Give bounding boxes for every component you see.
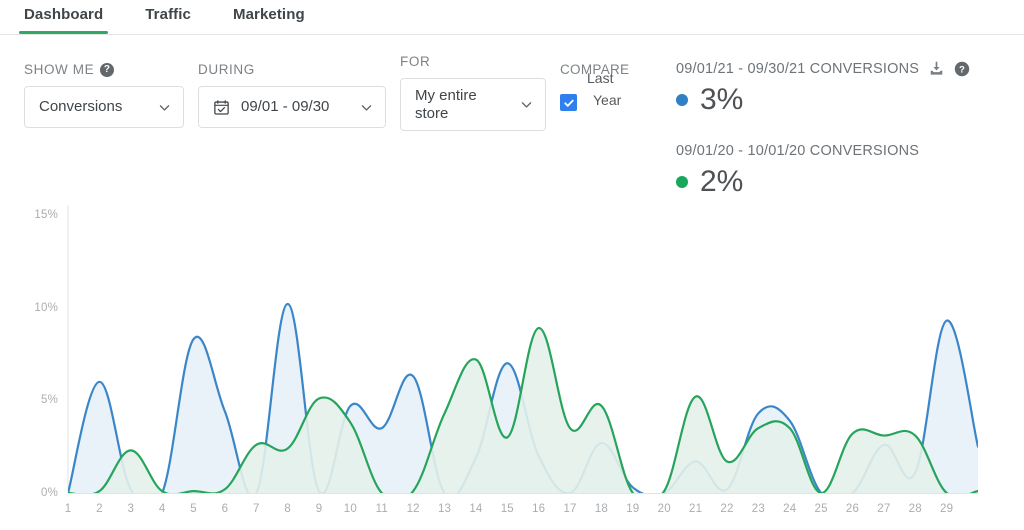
- x-tick-label: 13: [437, 503, 452, 515]
- x-tick-label: 19: [626, 503, 640, 515]
- x-tick-label: 27: [877, 503, 891, 515]
- x-tick-label: 16: [532, 503, 546, 515]
- chevron-down-icon: [360, 101, 373, 114]
- during-label: DURING: [198, 62, 255, 77]
- chevron-down-icon: [520, 98, 533, 111]
- x-tick-label: 24: [783, 503, 797, 515]
- show-me-label-row: SHOW ME ?: [24, 62, 184, 77]
- x-tick-label: 17: [563, 503, 577, 515]
- x-tick-label: 9: [315, 503, 323, 515]
- x-tick-label: 26: [845, 503, 860, 515]
- compare-option-row: Last Year: [560, 70, 670, 117]
- conversions-chart: 0% 5% 10% 15% 1 2 3 4 5 6 7 8 9 10 11 12 13 14 15 16 17 18 19…: [0, 190, 1024, 530]
- show-me-value: Conversions: [39, 98, 123, 116]
- x-tick-label: 6: [221, 503, 229, 515]
- compare-option-line1: Last: [587, 70, 614, 86]
- tab-traffic[interactable]: Traffic: [143, 0, 193, 33]
- x-tick-label: 5: [190, 503, 197, 515]
- x-tick-label: 25: [814, 503, 828, 515]
- x-tick-label: 4: [158, 503, 166, 515]
- svg-text:?: ?: [959, 64, 965, 75]
- for-control: FOR My entire store: [400, 54, 546, 131]
- calendar-icon: [213, 99, 230, 116]
- tab-dashboard[interactable]: Dashboard: [19, 0, 109, 34]
- x-tick-label: 8: [284, 503, 291, 515]
- tab-active-underline: [19, 31, 109, 34]
- tab-traffic-label: Traffic: [145, 6, 191, 23]
- tab-bar: Dashboard Traffic Marketing: [0, 0, 1024, 35]
- help-icon[interactable]: ?: [100, 62, 115, 77]
- x-tick-label: 10: [343, 503, 358, 515]
- legend-primary-header: 09/01/21 - 09/30/21 CONVERSIONS ?: [676, 60, 1016, 77]
- x-tick-label: 18: [594, 503, 609, 515]
- legend-primary-range: 09/01/21 - 09/30/21 CONVERSIONS: [676, 60, 920, 77]
- chart-x-axis: 1 2 3 4 5 6 7 8 9 10 11 12 13 14 15 16 17 18 19 20 21 22 23 24 2…: [0, 190, 1024, 530]
- x-tick-label: 15: [500, 503, 514, 515]
- for-label-row: FOR: [400, 54, 546, 69]
- legend-panel: 09/01/21 - 09/30/21 CONVERSIONS ? 3% 09/…: [676, 60, 1016, 197]
- compare-last-year-checkbox[interactable]: [560, 94, 577, 112]
- x-tick-label: 14: [469, 503, 483, 515]
- help-icon[interactable]: ?: [954, 61, 970, 77]
- legend-primary-value: 3%: [700, 83, 744, 116]
- x-tick-label: 22: [720, 503, 734, 515]
- for-label: FOR: [400, 54, 431, 69]
- x-tick-label: 11: [375, 503, 388, 515]
- legend-secondary-block: 09/01/20 - 10/01/20 CONVERSIONS 2%: [676, 143, 1016, 197]
- legend-secondary-header: 09/01/20 - 10/01/20 CONVERSIONS: [676, 143, 1016, 159]
- x-tick-label: 28: [908, 503, 922, 515]
- x-tick-label: 2: [96, 503, 103, 515]
- analytics-dashboard: Dashboard Traffic Marketing SHOW ME ? Co…: [0, 0, 1024, 530]
- chevron-down-icon: [158, 101, 171, 114]
- show-me-select[interactable]: Conversions: [24, 86, 184, 128]
- store-scope-value: My entire store: [415, 86, 477, 122]
- store-scope-select[interactable]: My entire store: [400, 78, 546, 131]
- download-icon[interactable]: [928, 60, 945, 77]
- legend-secondary-range: 09/01/20 - 10/01/20 CONVERSIONS: [676, 143, 920, 159]
- x-tick-label: 23: [751, 503, 765, 515]
- x-tick-label: 20: [657, 503, 671, 515]
- compare-option-line2: Year: [593, 91, 622, 108]
- legend-primary-dot: [676, 94, 688, 106]
- tab-marketing-label: Marketing: [232, 6, 305, 23]
- show-me-control: SHOW ME ? Conversions: [24, 62, 184, 128]
- tab-dashboard-label: Dashboard: [24, 6, 104, 23]
- show-me-label: SHOW ME: [24, 62, 95, 77]
- tab-marketing[interactable]: Marketing: [231, 0, 307, 33]
- legend-secondary-dot: [676, 176, 688, 188]
- compare-control: COMPARE Last Year: [560, 62, 670, 117]
- x-tick-label: 7: [252, 503, 260, 515]
- during-control: DURING 09/01 - 09/30: [198, 62, 386, 128]
- x-tick-label: 3: [127, 503, 135, 515]
- date-range-select[interactable]: 09/01 - 09/30: [198, 86, 386, 128]
- during-label-row: DURING: [198, 62, 386, 77]
- x-tick-label: 12: [406, 503, 420, 515]
- x-tick-label: 1: [64, 503, 72, 515]
- x-tick-label: 29: [940, 503, 954, 515]
- legend-primary-value-row: 3%: [676, 85, 1016, 115]
- compare-option-label: Last Year: [587, 69, 633, 108]
- date-range-value: 09/01 - 09/30: [241, 98, 330, 116]
- x-tick-label: 21: [688, 503, 703, 515]
